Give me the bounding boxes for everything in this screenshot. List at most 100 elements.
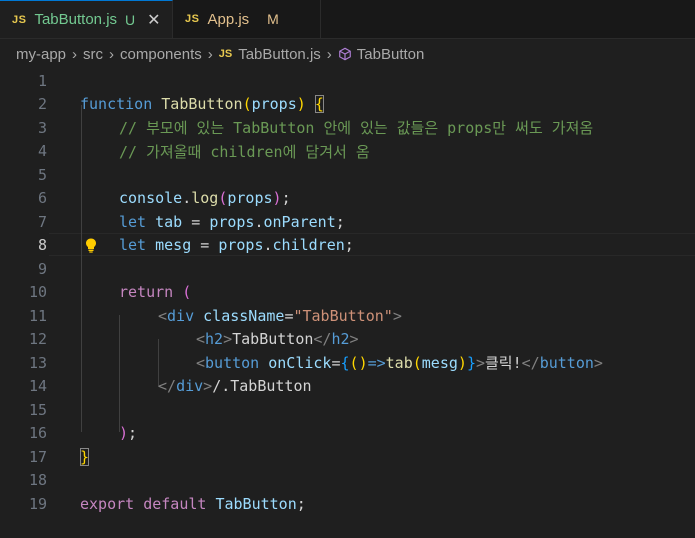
function-call: tab (385, 354, 413, 372)
property: onParent (263, 212, 336, 231)
line-number: 6 (37, 189, 47, 207)
code-line-11: 11 <div className="TabButton"> (0, 304, 695, 327)
breadcrumb-item-components[interactable]: components (120, 46, 202, 63)
code-editor[interactable]: 1 2 function TabButton(props) { 3 // 부모에… (0, 69, 695, 538)
breadcrumb-item-symbol[interactable]: TabButton (357, 46, 425, 63)
comment: // 부모에 있는 TabButton 안에 있는 값들은 props만 써도 … (119, 119, 594, 137)
code-line-13: 13 <button onClick={()=>tab(mesg)}>클릭!</… (0, 351, 695, 374)
brace: } (80, 447, 90, 466)
tab-tabbutton-js[interactable]: JS TabButton.js U ✕ (0, 0, 173, 38)
function-name: TabButton (161, 95, 243, 113)
code-line-8: 8 let mesg = props.children; (0, 234, 695, 257)
identifier: mesg (421, 354, 458, 372)
jsx-tag: div (167, 306, 195, 325)
line-number: 7 (37, 212, 47, 231)
close-icon[interactable]: ✕ (147, 10, 160, 30)
identifier: mesg (155, 236, 192, 254)
identifier: props (209, 212, 255, 231)
tab-label: TabButton.js (34, 11, 118, 28)
chevron-right-icon: › (72, 45, 78, 63)
identifier: props (218, 236, 264, 254)
code-line-3: 3 // 부모에 있는 TabButton 안에 있는 값들은 props만 써… (0, 116, 695, 139)
keyword: let (119, 212, 147, 231)
code-line-5: 5 (0, 163, 695, 186)
breadcrumb-item-src[interactable]: src (83, 46, 103, 63)
line-number: 3 (37, 118, 47, 137)
line-number: 14 (28, 377, 47, 395)
line-number: 9 (37, 259, 47, 278)
code-line-2: 2 function TabButton(props) { (0, 93, 695, 116)
jsx-tag: button (539, 354, 594, 372)
line-number: 15 (28, 400, 47, 419)
editor-tab-bar: JS TabButton.js U ✕ JS App.js M (0, 0, 695, 39)
chevron-right-icon: › (109, 45, 115, 63)
brace: { (314, 95, 324, 113)
tab-label: App.js (207, 10, 250, 28)
line-number: 10 (28, 283, 47, 301)
jsx-attribute: className (203, 306, 285, 325)
jsx-attribute: onClick (268, 354, 332, 372)
keyword: return (119, 283, 174, 301)
line-number: 12 (28, 330, 47, 348)
comment: // 가져올때 children에 담겨서 옴 (119, 142, 370, 161)
jsx-text: 클릭! (485, 354, 522, 372)
code-line-10: 10 return ( (0, 281, 695, 304)
code-line-16: 16 ); (0, 422, 695, 445)
line-number: 13 (28, 353, 47, 372)
code-line-12: 12 <h2>TabButton</h2> (0, 328, 695, 351)
method: log (191, 189, 219, 207)
keyword: let (119, 236, 147, 254)
string: "TabButton" (293, 306, 393, 325)
line-number: 11 (28, 306, 47, 325)
paren: ) (296, 95, 306, 113)
keyword: function (80, 95, 153, 113)
jsx-tag: h2 (331, 330, 350, 348)
jsx-tag: div (176, 377, 204, 395)
breadcrumb-item-my-app[interactable]: my-app (16, 46, 66, 63)
code-line-14: 14 </div>/.TabButton (0, 375, 695, 398)
breadcrumb-item-file[interactable]: TabButton.js (238, 46, 321, 63)
paren: ) (119, 424, 129, 442)
line-number: 16 (28, 424, 47, 442)
identifier: TabButton (215, 494, 297, 513)
line-number: 18 (28, 471, 47, 489)
paren: ( (242, 95, 252, 113)
identifier: console (119, 189, 183, 207)
property: children (272, 236, 345, 254)
jsx-text: TabButton (232, 330, 314, 348)
keyword: default (143, 494, 207, 513)
breadcrumb: my-app › src › components › JS TabButton… (0, 39, 695, 69)
tab-app-js[interactable]: JS App.js M (173, 0, 321, 38)
line-number: 1 (37, 71, 47, 90)
line-number: 5 (37, 165, 47, 184)
code-line-1: 1 (0, 69, 695, 92)
line-number: 4 (37, 142, 47, 160)
param: props (251, 95, 297, 113)
code-line-7: 7 let tab = props.onParent; (0, 210, 695, 233)
code-line-19: 19 export default TabButton; (0, 492, 695, 515)
code-line-15: 15 (0, 398, 695, 421)
identifier: tab (155, 212, 183, 231)
line-number: 17 (28, 447, 47, 466)
paren: ( (182, 283, 192, 301)
javascript-file-icon: JS (218, 48, 233, 60)
identifier: props (227, 189, 273, 207)
code-line-17: 17 } (0, 445, 695, 468)
line-number: 8 (37, 236, 47, 254)
line-number: 2 (37, 95, 47, 113)
untracked-badge: U (125, 11, 136, 28)
lightbulb-icon[interactable] (83, 237, 99, 253)
chevron-right-icon: › (326, 45, 332, 63)
code-line-6: 6 console.log(props); (0, 187, 695, 210)
line-number: 19 (28, 494, 47, 513)
modified-badge: M (267, 11, 279, 27)
code-line-4: 4 // 가져올때 children에 담겨서 옴 (0, 140, 695, 163)
code-line-9: 9 (0, 257, 695, 280)
jsx-tag: h2 (205, 330, 224, 348)
symbol-method-icon (338, 47, 351, 61)
jsx-tag: button (205, 354, 260, 372)
keyword: export (80, 494, 135, 513)
javascript-file-icon: JS (185, 13, 200, 25)
javascript-file-icon: JS (12, 13, 27, 26)
jsx-text: /.TabButton (212, 377, 312, 395)
